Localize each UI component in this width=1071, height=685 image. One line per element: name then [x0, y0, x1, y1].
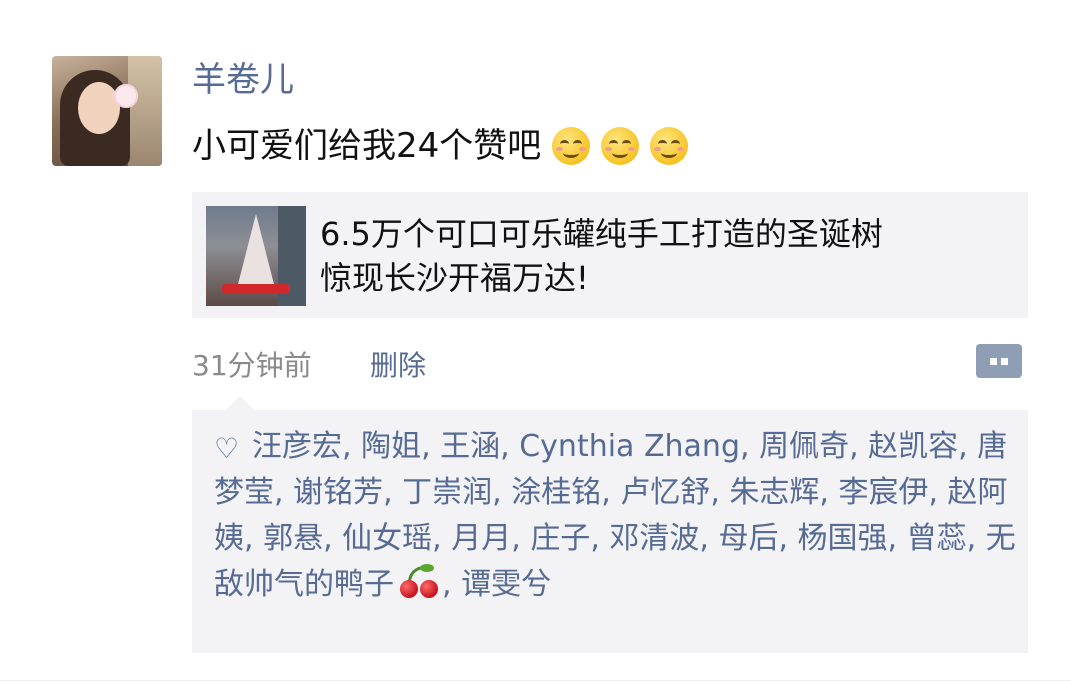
- shared-link-title-line2: 惊现长沙开福万达!: [320, 259, 589, 297]
- liker-name[interactable]: 丁崇润: [402, 475, 492, 510]
- smiling-face-icon: [552, 127, 591, 165]
- liker-name[interactable]: 汪彦宏: [252, 429, 342, 464]
- liker-name[interactable]: 李宸伊: [838, 475, 928, 510]
- heart-outline-icon: ♡: [214, 432, 240, 465]
- delete-button[interactable]: 删除: [370, 344, 426, 384]
- name-separator: ,: [699, 521, 719, 556]
- liker-name[interactable]: 杨国强: [798, 521, 888, 556]
- post-text: 小可爱们给我24个赞吧: [192, 122, 689, 170]
- post-username[interactable]: 羊卷儿: [192, 58, 294, 102]
- liker-name[interactable]: 谢铭芳: [293, 475, 383, 510]
- name-separator: ,: [928, 475, 948, 510]
- post-meta-row: 31分钟前 删除: [192, 340, 1028, 384]
- liker-name[interactable]: 卢忆舒: [620, 475, 710, 510]
- name-separator: ,: [740, 429, 760, 464]
- liker-name[interactable]: 月月: [451, 521, 511, 556]
- avatar-face: [78, 82, 120, 134]
- shared-link-thumbnail: [206, 206, 306, 306]
- likes-panel: ♡ 汪彦宏, 陶姐, 王涵, Cynthia Zhang, 周佩奇, 赵凯容, 唐…: [192, 396, 1028, 653]
- more-dots-icon: [990, 358, 997, 365]
- name-separator: ,: [966, 521, 986, 556]
- liker-name[interactable]: 母后: [718, 521, 778, 556]
- liker-name[interactable]: 周佩奇: [759, 429, 849, 464]
- smiling-face-icon: [650, 127, 689, 165]
- name-separator: ,: [601, 475, 621, 510]
- shared-link-title-line1: 6.5万个可口可乐罐纯手工打造的圣诞树: [320, 215, 883, 253]
- liker-name[interactable]: 郭悬: [263, 521, 323, 556]
- name-separator: ,: [244, 521, 264, 556]
- comment-more-button[interactable]: [976, 344, 1022, 378]
- liker-name[interactable]: 仙女瑶: [342, 521, 432, 556]
- liker-name[interactable]: 朱志辉: [729, 475, 819, 510]
- name-separator: ,: [323, 521, 343, 556]
- liker-name[interactable]: 赵凯容: [868, 429, 958, 464]
- name-separator: ,: [778, 521, 798, 556]
- avatar-bubble: [114, 84, 138, 108]
- name-separator: ,: [442, 567, 462, 602]
- liker-name[interactable]: 陶姐: [361, 429, 421, 464]
- shared-link-title: 6.5万个可口可乐罐纯手工打造的圣诞树 惊现长沙开福万达!: [320, 212, 1010, 300]
- name-separator: ,: [958, 429, 978, 464]
- name-separator: ,: [421, 429, 441, 464]
- divider: [0, 680, 1071, 681]
- liker-name[interactable]: 谭雯兮: [461, 567, 551, 602]
- avatar[interactable]: [52, 56, 162, 166]
- shared-link-card[interactable]: 6.5万个可口可乐罐纯手工打造的圣诞树 惊现长沙开福万达!: [192, 192, 1028, 318]
- liker-name[interactable]: 曾蕊: [907, 521, 967, 556]
- name-separator: ,: [710, 475, 730, 510]
- name-separator: ,: [849, 429, 869, 464]
- cherry-icon: [398, 564, 442, 600]
- name-separator: ,: [500, 429, 520, 464]
- name-separator: ,: [342, 429, 362, 464]
- name-separator: ,: [432, 521, 452, 556]
- liker-name[interactable]: 邓清波: [609, 521, 699, 556]
- name-separator: ,: [819, 475, 839, 510]
- liker-name[interactable]: 庄子: [530, 521, 590, 556]
- post-timestamp: 31分钟前: [192, 349, 312, 382]
- name-separator: ,: [511, 521, 531, 556]
- name-separator: ,: [383, 475, 403, 510]
- name-separator: ,: [887, 521, 907, 556]
- name-separator: ,: [492, 475, 512, 510]
- post-text-content: 小可爱们给我24个赞吧: [192, 126, 542, 166]
- liker-name[interactable]: 涂桂铭: [511, 475, 601, 510]
- name-separator: ,: [590, 521, 610, 556]
- liker-name[interactable]: Cynthia Zhang: [519, 429, 740, 464]
- likes-list: ♡ 汪彦宏, 陶姐, 王涵, Cynthia Zhang, 周佩奇, 赵凯容, 唐…: [214, 424, 1024, 608]
- avatar-background: [128, 56, 162, 166]
- liker-name[interactable]: 王涵: [440, 429, 500, 464]
- smiling-face-icon: [601, 127, 640, 165]
- name-separator: ,: [274, 475, 294, 510]
- christmas-tree-image: [236, 214, 276, 292]
